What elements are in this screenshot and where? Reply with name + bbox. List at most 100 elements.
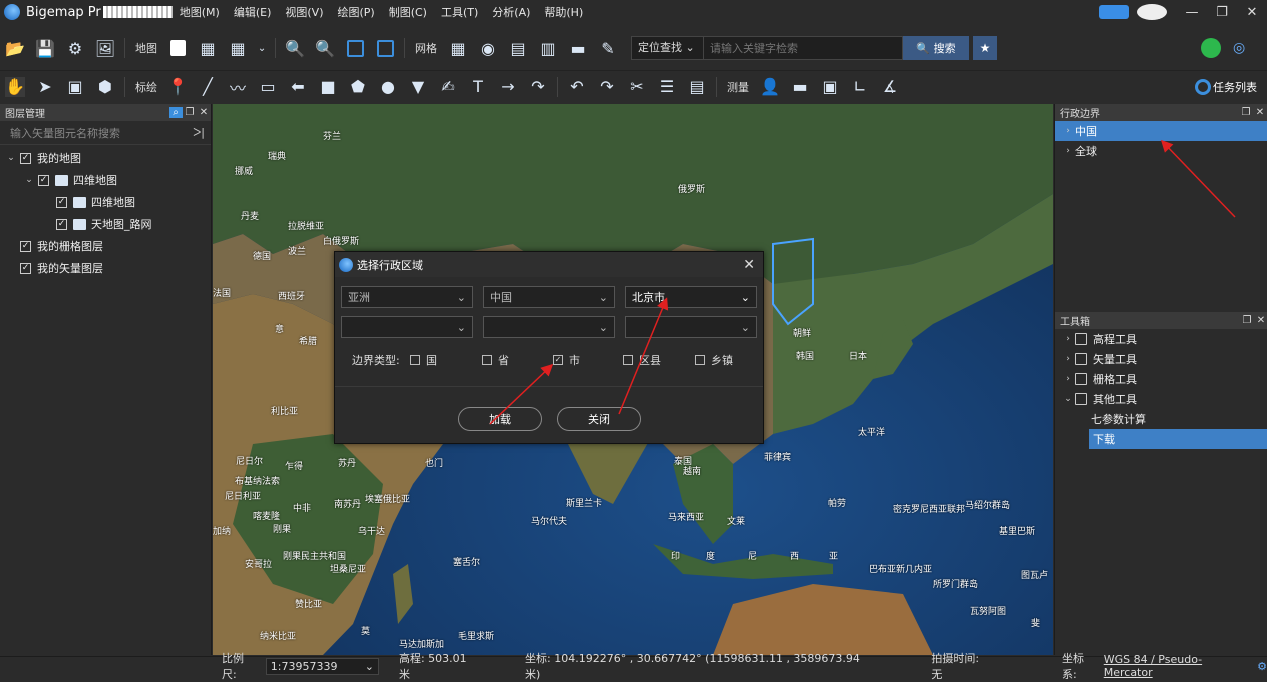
image-icon[interactable]: 🖼	[95, 38, 115, 58]
panel-float-icon[interactable]: ❐	[1240, 315, 1254, 326]
grid-icon[interactable]: ▦	[448, 38, 468, 58]
toolbox-item[interactable]: › 矢量工具	[1055, 349, 1267, 369]
panel-close-icon[interactable]: ✕	[1254, 315, 1267, 326]
city-select[interactable]: ⌄	[341, 316, 473, 338]
redo-icon[interactable]: ↷	[597, 77, 617, 97]
utm-grid-icon[interactable]: ◉	[478, 38, 498, 58]
search-input[interactable]	[704, 37, 902, 59]
chevron-icon[interactable]: ›	[1061, 374, 1075, 384]
message-icon[interactable]	[1099, 5, 1129, 19]
scissors-icon[interactable]: ✂	[627, 77, 647, 97]
wechat-icon[interactable]	[1201, 38, 1221, 58]
pentagon-icon[interactable]: ⬟	[348, 77, 368, 97]
toolbox-item[interactable]: 下载	[1089, 429, 1267, 449]
layer-search-input[interactable]: 输入矢量图元名称搜索 ᐳ|	[0, 121, 211, 145]
open-folder-icon[interactable]: 📂	[5, 38, 25, 58]
menu-item[interactable]: 工具(T)	[434, 4, 485, 20]
hybrid-map-icon[interactable]: ▦	[228, 38, 248, 58]
direction-arrow-icon[interactable]: →	[498, 77, 518, 97]
admin-item[interactable]: › 全球	[1055, 141, 1267, 161]
toolbox-item[interactable]: 七参数计算	[1055, 409, 1267, 429]
undo-icon[interactable]: ↶	[567, 77, 587, 97]
attribute-icon[interactable]: ⬢	[95, 77, 115, 97]
checkbox-icon[interactable]: ✓	[20, 262, 31, 274]
select-arrow-icon[interactable]: ➤	[35, 77, 55, 97]
locate-select[interactable]: 定位查找 ⌄	[632, 37, 704, 59]
chevron-icon[interactable]: ›	[1061, 334, 1075, 344]
measure-point-icon[interactable]: 👤	[760, 77, 780, 97]
boundary-type-checkbox[interactable]: 区县	[623, 352, 661, 368]
town-select[interactable]: ⌄	[625, 316, 757, 338]
km-grid-icon[interactable]: ▤	[508, 38, 528, 58]
toolbox-item[interactable]: › 高程工具	[1055, 329, 1267, 349]
boundary-type-checkbox[interactable]: 省	[482, 352, 509, 368]
toolbox-item[interactable]: ⌄ 其他工具	[1055, 389, 1267, 409]
menu-item[interactable]: 分析(A)	[485, 4, 537, 20]
circle-icon[interactable]: ●	[378, 77, 398, 97]
favorite-star-button[interactable]: ★	[973, 36, 997, 60]
line-icon[interactable]: ╱	[198, 77, 218, 97]
satellite-map-icon[interactable]: ▦	[198, 38, 218, 58]
measure-area-icon[interactable]: ▣	[820, 77, 840, 97]
menu-item[interactable]: 编辑(E)	[227, 4, 279, 20]
marker-icon[interactable]: 📍	[168, 77, 188, 97]
chevron-icon[interactable]: ›	[1061, 354, 1075, 364]
curved-arrow-icon[interactable]: ↷	[528, 77, 548, 97]
maximize-button[interactable]: ❐	[1207, 5, 1237, 20]
country-select[interactable]: 中国 ⌄	[483, 286, 615, 308]
layer-tree-node[interactable]: ✓ 天地图_路网	[0, 213, 211, 235]
brush-icon[interactable]: ✎	[598, 38, 618, 58]
layer-tree-node[interactable]: ✓ 四维地图	[0, 191, 211, 213]
crs-link[interactable]: WGS 84 / Pseudo-Mercator	[1104, 653, 1247, 679]
layer-tree-node[interactable]: ⌄ ✓ 四维地图	[0, 169, 211, 191]
user-avatar-icon[interactable]	[1137, 4, 1167, 20]
boundary-type-checkbox[interactable]: ✓ 市	[553, 352, 580, 368]
checkbox-icon[interactable]	[623, 355, 633, 365]
panel-float-icon[interactable]: ❐	[183, 107, 197, 118]
curve-icon[interactable]: 〰	[228, 77, 248, 98]
province-select[interactable]: 北京市 ⌄	[625, 286, 757, 308]
panel-close-icon[interactable]: ✕	[1253, 107, 1267, 118]
chevron-right-icon[interactable]: ›	[1061, 146, 1075, 156]
zoom-in-icon[interactable]: 🔍	[285, 38, 305, 58]
menu-item[interactable]: 视图(V)	[278, 4, 330, 20]
close-button[interactable]: 关闭	[557, 407, 641, 431]
task-list-button[interactable]: 任务列表	[1195, 78, 1257, 95]
chevron-icon[interactable]: ⌄	[1061, 394, 1075, 404]
district-select[interactable]: ⌄	[483, 316, 615, 338]
toolbox-item[interactable]: › 栅格工具	[1055, 369, 1267, 389]
panel-float-icon[interactable]: ❐	[1239, 107, 1253, 118]
checkbox-icon[interactable]: ✓	[56, 196, 67, 208]
checkbox-icon[interactable]: ✓	[553, 355, 563, 365]
zoom-out-icon[interactable]: 🔍	[315, 38, 335, 58]
dialog-close-icon[interactable]: ✕	[743, 257, 755, 273]
admin-item[interactable]: › 中国	[1055, 121, 1267, 141]
search-button[interactable]: 🔍 搜索	[903, 36, 969, 60]
document-icon[interactable]: ▤	[687, 77, 707, 97]
identify-icon[interactable]: ▣	[65, 77, 85, 97]
settings-gear-icon[interactable]: ⚙	[65, 38, 85, 58]
blank-map-icon[interactable]	[168, 38, 188, 58]
fit-extent-icon[interactable]	[345, 38, 365, 58]
close-window-button[interactable]: ✕	[1237, 5, 1267, 20]
measure-angle-icon[interactable]: ∟	[850, 77, 870, 97]
checkbox-icon[interactable]	[482, 355, 492, 365]
collapse-icon[interactable]: ᐳ|	[193, 126, 205, 139]
checkbox-icon[interactable]: ✓	[20, 240, 31, 252]
text-box-icon[interactable]: T	[468, 77, 488, 97]
menu-item[interactable]: 制图(C)	[382, 4, 434, 20]
square-icon[interactable]: ■	[318, 77, 338, 97]
checkbox-icon[interactable]: ✓	[38, 174, 49, 186]
panel-search-icon[interactable]: ⌕	[169, 107, 183, 118]
checkbox-icon[interactable]: ✓	[20, 152, 31, 164]
menu-item[interactable]: 地图(M)	[173, 4, 227, 20]
boundary-type-checkbox[interactable]: 乡镇	[695, 352, 733, 368]
checkbox-icon[interactable]	[410, 355, 420, 365]
checkbox-icon[interactable]	[695, 355, 705, 365]
chevron-right-icon[interactable]: ›	[1061, 126, 1075, 136]
full-extent-icon[interactable]	[375, 38, 395, 58]
menu-item[interactable]: 帮助(H)	[537, 4, 590, 20]
rectangle-icon[interactable]: ▭	[258, 77, 278, 97]
boundary-type-checkbox[interactable]: 国	[410, 352, 437, 368]
chevron-icon[interactable]: ⌄	[22, 175, 36, 185]
